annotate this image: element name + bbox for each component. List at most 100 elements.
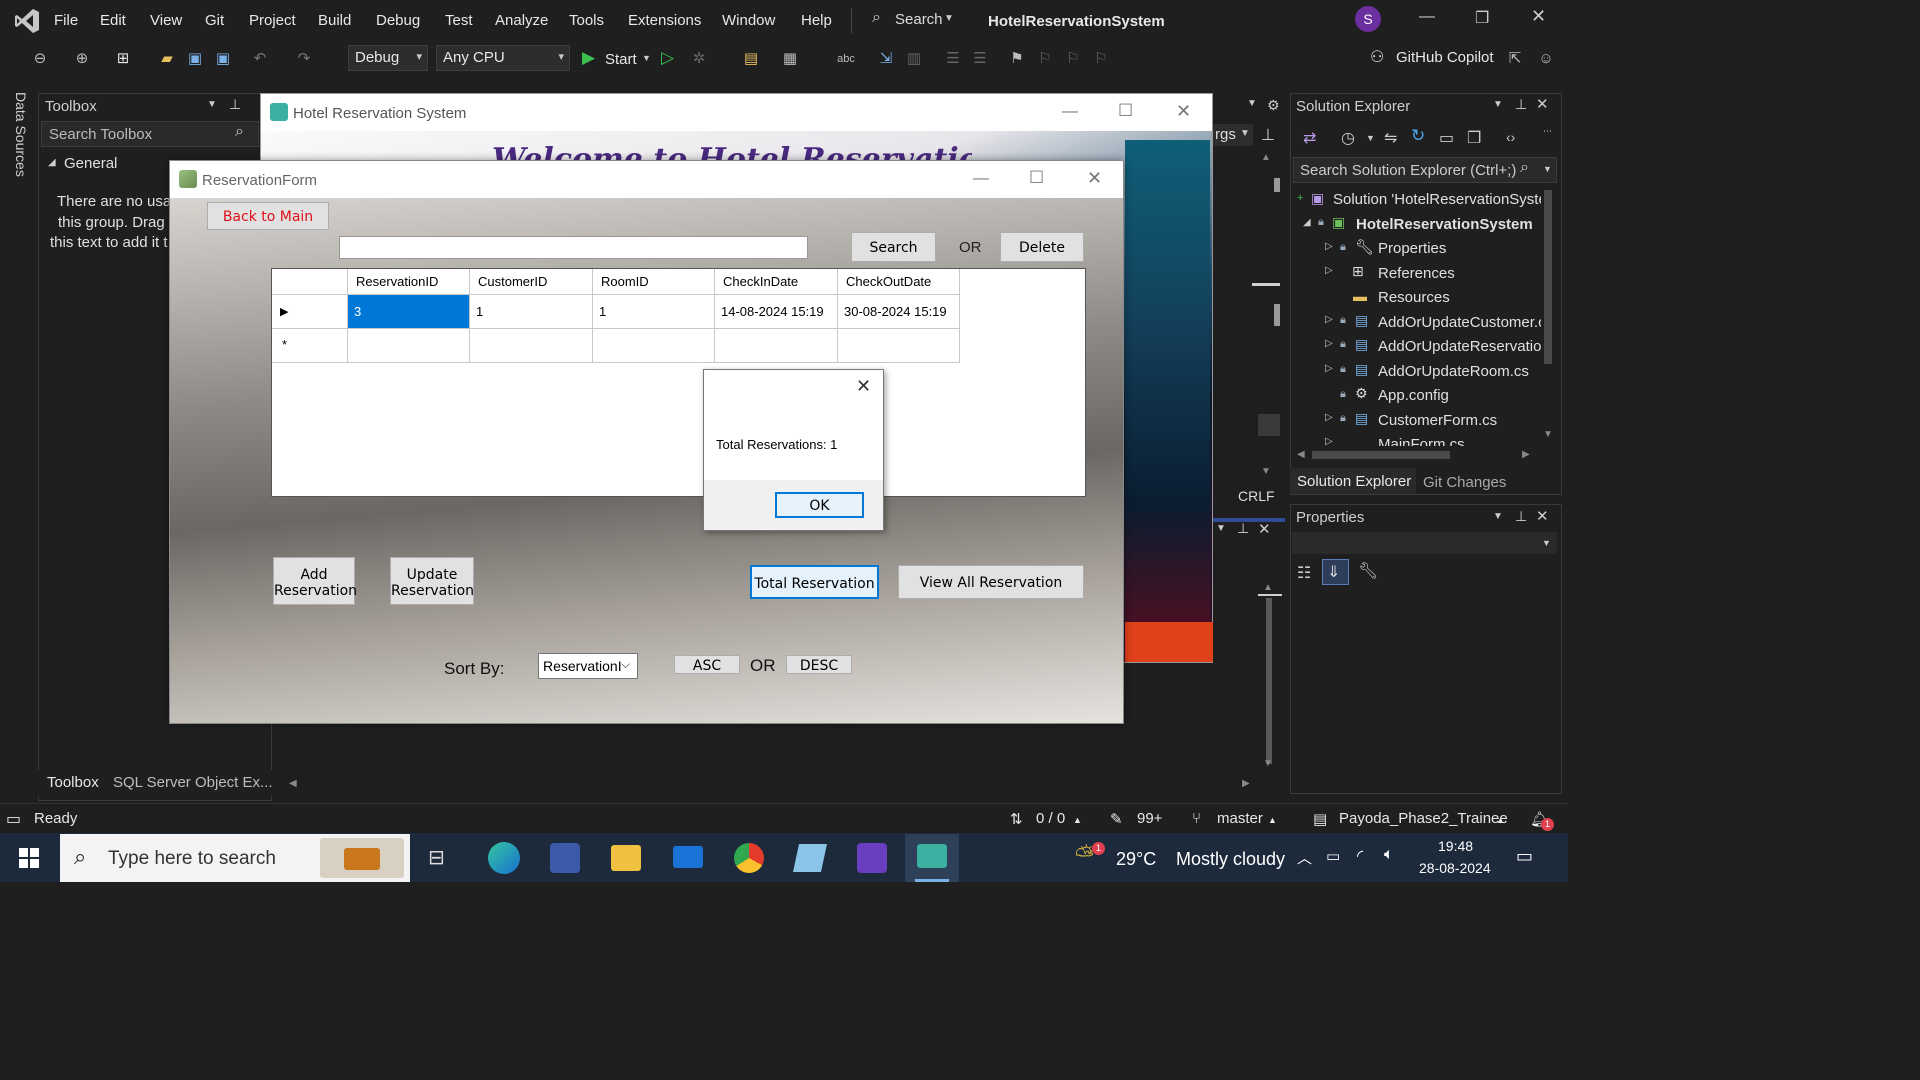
row-selector-new[interactable]: * [272,329,348,363]
toolbox-search-input[interactable]: Search Toolbox ⌕ [41,121,259,147]
panel-dropdown-icon[interactable]: ▼ [1493,99,1503,110]
vs-search-box[interactable]: ⌕ Search ▼ [872,9,962,31]
switch-views-icon[interactable]: ⇄ [1303,128,1316,148]
reservation-search-input[interactable] [339,236,808,259]
view-all-reservation-button[interactable]: View All Reservation [898,565,1084,599]
step-icon[interactable]: ⇲ [876,49,896,69]
mail-icon[interactable] [673,846,703,868]
show-all-files-icon[interactable]: ❐ [1467,128,1481,148]
expand-triangle-icon[interactable]: ◢ [1303,217,1311,228]
format-icon[interactable]: ▥ [904,49,924,69]
table-cell-new[interactable] [838,329,960,363]
data-sources-tab[interactable]: Data Sources [9,92,29,182]
tab-toolbox[interactable]: Toolbox [47,774,99,791]
save-all-icon[interactable]: ▣ [213,49,233,69]
chevron-up-icon[interactable]: ▲ [1496,815,1505,825]
close-icon[interactable]: ✕ [1087,168,1102,189]
menu-edit[interactable]: Edit [100,12,126,29]
chrome-icon[interactable] [734,843,764,873]
line-ending-indicator[interactable]: CRLF [1238,488,1275,504]
pin-icon[interactable]: ⊥ [1515,508,1527,525]
expand-triangle-icon[interactable]: ▷ [1325,314,1333,325]
add-reservation-button[interactable]: Add Reservation [273,557,357,605]
menu-view[interactable]: View [150,12,182,29]
restore-icon[interactable]: ❐ [1475,8,1489,28]
menu-test[interactable]: Test [445,12,473,29]
alphabetical-button[interactable]: ⇓ [1322,559,1349,585]
bottom-panel-pin-icon[interactable]: ⊥ [1237,520,1249,537]
spellcheck-icon[interactable]: abc [836,49,856,69]
tree-item-addorupdateroom[interactable]: AddOrUpdateRoom.cs [1378,363,1529,380]
scroll-down-icon[interactable]: ▼ [1261,466,1271,477]
forward-nav-icon[interactable]: ⊕ [72,49,92,69]
table-cell[interactable]: 1 [470,295,593,329]
menu-help[interactable]: Help [801,12,832,29]
scroll-right-icon[interactable]: ▶ [1522,449,1530,460]
tab-sql-server-object-explorer[interactable]: SQL Server Object Ex... [113,774,273,791]
edge-browser-icon[interactable] [488,842,520,874]
notepad-app-icon[interactable] [793,844,827,872]
refresh-icon[interactable]: ↻ [1411,126,1425,146]
minimize-icon[interactable]: — [973,170,989,188]
bottom-panel-dropdown-icon[interactable]: ▼ [1216,523,1226,534]
bookmark-icon[interactable]: ⚑ [1007,49,1027,69]
chevron-down-icon[interactable]: ▼ [1542,538,1551,548]
scroll-thumb[interactable] [1274,178,1280,192]
pin-icon[interactable]: ⊥ [1515,96,1527,113]
scroll-up-icon[interactable]: ▲ [1261,152,1271,163]
indent-icon[interactable]: ☰ [943,49,963,69]
property-pages-icon[interactable]: 🔧︎ [1358,561,1378,581]
hotel-app-taskbar-button[interactable] [905,834,959,882]
scroll-thumb[interactable] [1544,190,1552,364]
weather-temp[interactable]: 29°C [1116,849,1156,870]
back-to-main-button[interactable]: Back to Main [207,202,329,230]
battery-icon[interactable]: ▭ [1326,847,1340,865]
status-pencil-count[interactable]: 99+ [1137,810,1162,827]
menu-analyze[interactable]: Analyze [495,12,548,29]
share-icon[interactable]: ⇱ [1505,49,1525,69]
wifi-icon[interactable]: ◜ [1357,846,1363,866]
menu-build[interactable]: Build [318,12,351,29]
status-repo[interactable]: Payoda_Phase2_Trainee [1339,810,1508,827]
table-cell[interactable]: 3 [348,295,470,329]
tree-item-mainform[interactable]: MainForm.cs [1378,436,1465,446]
history-icon[interactable]: ◷ [1341,128,1355,148]
action-center-icon[interactable]: ▭ [1516,846,1533,867]
chevron-down-icon[interactable]: ▼ [1240,128,1250,139]
task-view-icon[interactable]: ⊟ [428,845,445,870]
menu-debug[interactable]: Debug [376,12,420,29]
horizontal-scrollbar[interactable] [284,776,1254,792]
solution-search-input[interactable]: Search Solution Explorer (Ctrl+;) ⌕ ▼ [1293,157,1557,183]
maximize-icon[interactable]: ☐ [1118,101,1133,121]
column-header-reservationid[interactable]: ReservationID [348,269,470,295]
column-header-customerid[interactable]: CustomerID [470,269,593,295]
tree-item-properties[interactable]: Properties [1378,240,1446,257]
table-cell[interactable]: 14-08-2024 15:19 [715,295,838,329]
table-cell[interactable]: 1 [593,295,715,329]
expand-triangle-icon[interactable]: ▷ [1325,338,1333,349]
speaker-icon[interactable]: 🔈︎ [1384,846,1394,864]
delete-button[interactable]: Delete [1000,232,1084,262]
column-header-checkoutdate[interactable]: CheckOutDate [838,269,960,295]
editor-tabs-dropdown-icon[interactable]: ▼ [1247,98,1257,109]
tab-solution-explorer[interactable]: Solution Explorer [1297,473,1411,490]
scroll-down-icon[interactable]: ▼ [1263,758,1273,769]
status-updown-count[interactable]: 0 / 0 [1036,810,1065,827]
expand-triangle-icon[interactable]: ▷ [1325,436,1333,446]
platform-dropdown[interactable]: Any CPU [436,45,570,71]
search-button[interactable]: Search [851,232,936,262]
user-avatar[interactable]: S [1355,6,1381,32]
tree-item-addorupdatereservation[interactable]: AddOrUpdateReservatio [1378,338,1541,355]
chevron-up-icon[interactable]: ▲ [1073,815,1082,825]
row-selector-current[interactable]: ▶ [272,295,348,329]
close-icon[interactable]: ✕ [1536,95,1549,113]
undo-icon[interactable]: ↶ [250,49,270,69]
redo-icon[interactable]: ↷ [294,49,314,69]
scroll-thumb[interactable] [1266,598,1272,764]
new-project-icon[interactable]: ⊞ [113,49,133,69]
weather-desc[interactable]: Mostly cloudy [1176,849,1285,870]
editor-settings-icon[interactable]: ⚙ [1267,97,1280,114]
chevron-up-icon[interactable]: ▲ [1268,815,1277,825]
scroll-down-icon[interactable]: ▼ [1543,429,1553,440]
config-dropdown[interactable]: Debug [348,45,428,71]
